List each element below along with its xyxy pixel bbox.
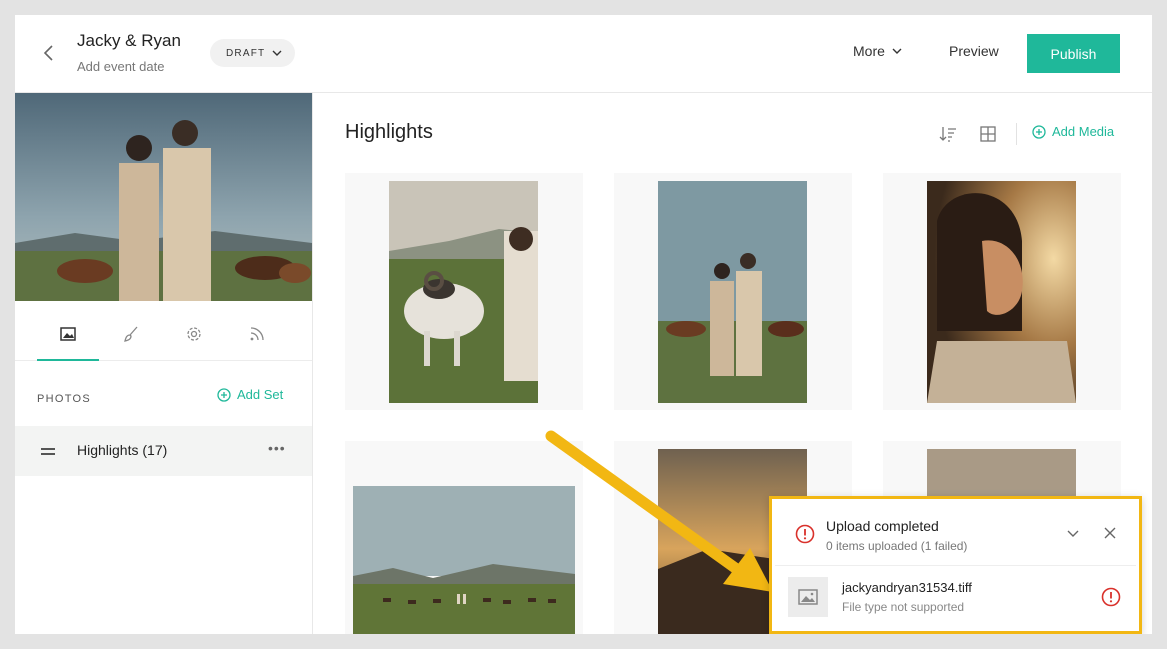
file-name: jackyandryan31534.tiff xyxy=(842,580,972,595)
photo-couple-field xyxy=(658,181,807,403)
photo-tile[interactable] xyxy=(883,173,1121,410)
status-dropdown[interactable]: DRAFT xyxy=(210,39,296,67)
set-item-highlights[interactable]: Highlights (17) ••• xyxy=(15,426,312,476)
chevron-down-icon xyxy=(892,48,902,54)
sort-icon[interactable] xyxy=(937,123,959,145)
gear-icon xyxy=(187,327,201,341)
add-set-button[interactable]: Add Set xyxy=(217,387,283,402)
back-arrow-icon[interactable] xyxy=(37,41,61,65)
photo-tile[interactable] xyxy=(345,173,583,410)
upload-summary: 0 items uploaded (1 failed) xyxy=(826,539,968,553)
tab-settings[interactable] xyxy=(163,315,225,361)
top-bar: Jacky & Ryan Add event date DRAFT More P… xyxy=(15,15,1152,93)
grid-view-icon[interactable] xyxy=(977,123,999,145)
plus-circle-icon xyxy=(217,387,231,402)
app-window: Jacky & Ryan Add event date DRAFT More P… xyxy=(15,15,1152,634)
sidebar-tabs xyxy=(15,301,312,361)
more-menu-button[interactable]: More xyxy=(853,43,903,59)
drag-handle-icon[interactable] xyxy=(41,448,55,458)
photo-sheep xyxy=(389,181,538,403)
preview-button[interactable]: Preview xyxy=(949,43,999,59)
photos-section-label: PHOTOS xyxy=(37,393,92,405)
photo-portrait xyxy=(927,181,1076,403)
page-title: Highlights xyxy=(345,121,433,143)
brush-icon xyxy=(124,326,138,342)
close-icon[interactable] xyxy=(1103,526,1117,540)
status-label: DRAFT xyxy=(226,47,266,59)
plus-circle-icon xyxy=(1032,124,1046,139)
file-thumbnail xyxy=(788,577,828,617)
gallery-title: Jacky & Ryan xyxy=(77,31,181,50)
more-label: More xyxy=(853,43,885,59)
add-media-label: Add Media xyxy=(1052,124,1115,139)
file-error-message: File type not supported xyxy=(842,600,965,614)
chevron-down-icon[interactable] xyxy=(1065,526,1081,542)
upload-status-panel: Upload completed 0 items uploaded (1 fai… xyxy=(769,496,1142,634)
tab-photos[interactable] xyxy=(37,315,99,361)
photo-landscape xyxy=(353,486,575,634)
add-media-button[interactable]: Add Media xyxy=(1032,124,1114,139)
set-name: Highlights (17) xyxy=(77,442,168,458)
cover-photo[interactable] xyxy=(15,93,312,301)
tab-feed[interactable] xyxy=(226,315,288,361)
add-set-label: Add Set xyxy=(237,387,284,402)
upload-header: Upload completed 0 items uploaded (1 fai… xyxy=(775,502,1136,566)
toolbar-divider xyxy=(1016,123,1017,145)
rss-icon xyxy=(250,327,264,341)
sidebar: PHOTOS Add Set Highlights (17) ••• xyxy=(15,93,313,634)
photo-tile[interactable] xyxy=(614,173,852,410)
publish-button[interactable]: Publish xyxy=(1027,34,1120,73)
upload-title: Upload completed xyxy=(826,518,939,534)
ellipsis-menu-icon[interactable]: ••• xyxy=(268,440,286,456)
upload-file-row: jackyandryan31534.tiff File type not sup… xyxy=(775,567,1136,627)
image-icon xyxy=(798,589,818,605)
tab-design[interactable] xyxy=(100,315,162,361)
error-icon xyxy=(1101,587,1121,607)
add-event-date-link[interactable]: Add event date xyxy=(77,59,164,74)
annotation-arrow xyxy=(545,430,773,592)
image-icon xyxy=(60,327,76,341)
error-icon xyxy=(795,524,815,544)
chevron-down-icon xyxy=(272,50,282,56)
